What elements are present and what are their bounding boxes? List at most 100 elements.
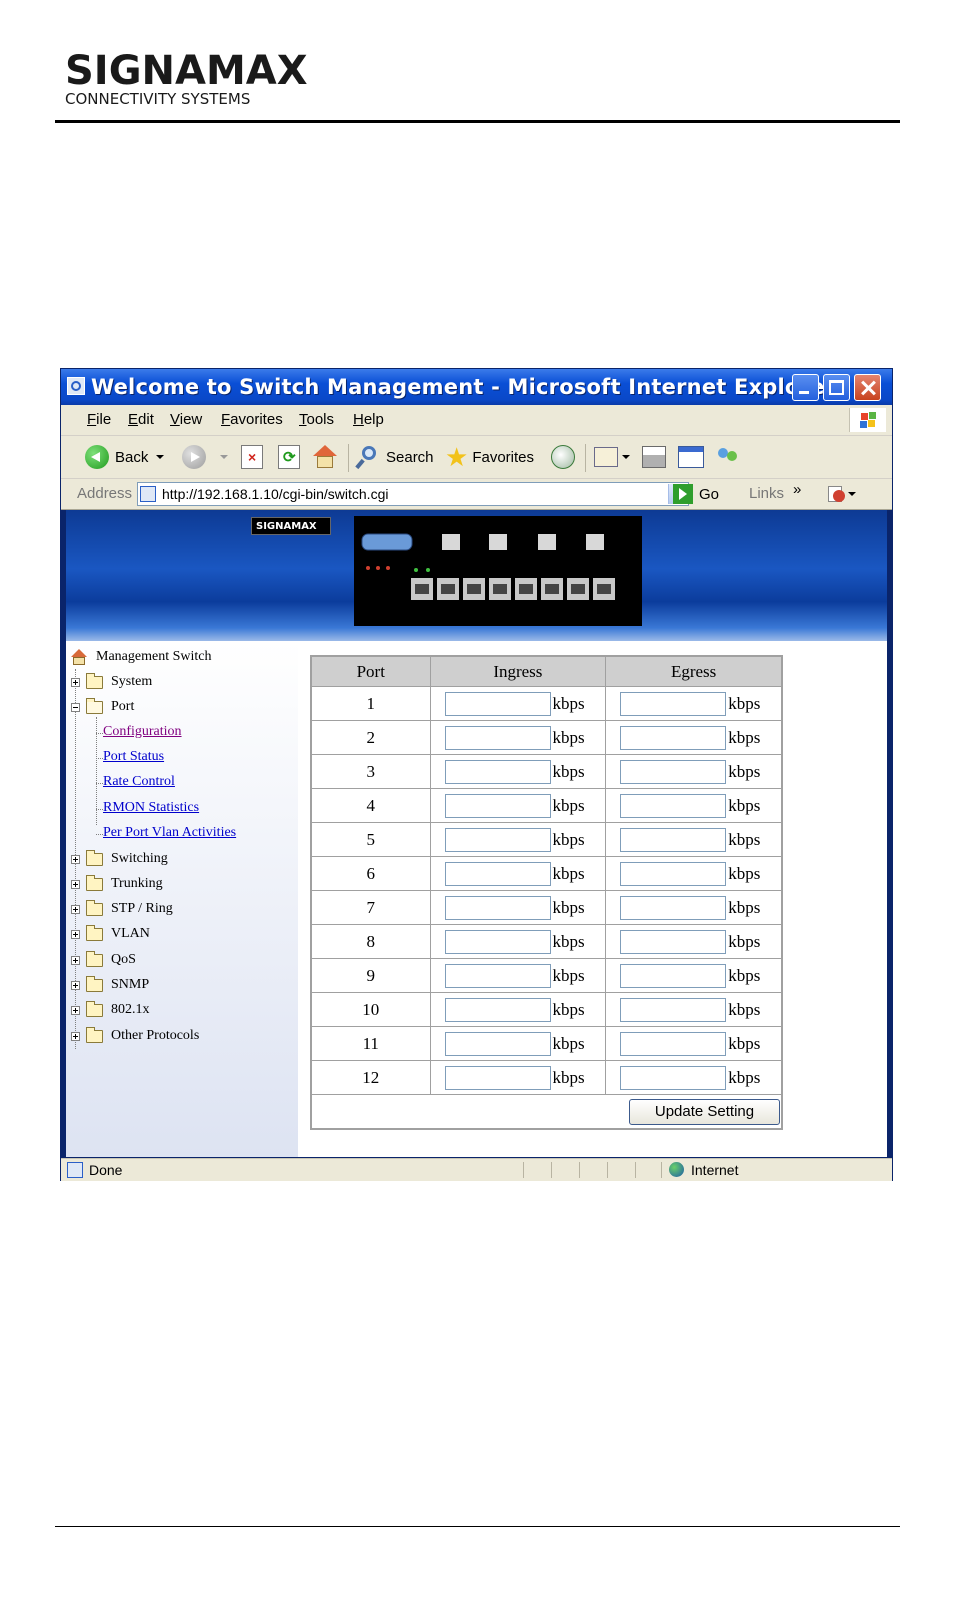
favorites-button[interactable]: ★ Favorites — [445, 443, 534, 471]
expand-icon[interactable] — [71, 1031, 80, 1041]
ingress-rate-input[interactable] — [444, 827, 551, 852]
egress-rate-input[interactable] — [620, 793, 727, 818]
nav-link-configuration[interactable]: Configuration — [103, 724, 182, 740]
ingress-rate-input[interactable] — [444, 793, 551, 818]
egress-rate-input[interactable] — [620, 963, 727, 988]
egress-rate-input[interactable] — [620, 1065, 727, 1090]
tree-folder-system[interactable]: System — [71, 672, 152, 690]
translate-icon[interactable] — [828, 484, 856, 504]
tree-folder-trunking[interactable]: Trunking — [71, 874, 163, 892]
links-label[interactable]: Links — [749, 485, 784, 502]
tree-folder-stp-ring[interactable]: STP / Ring — [71, 899, 173, 917]
tree-folder-snmp[interactable]: SNMP — [71, 975, 149, 993]
expand-icon[interactable] — [71, 904, 80, 914]
folder-icon — [86, 899, 103, 916]
back-button[interactable]: Back — [85, 443, 165, 471]
menu-favorites[interactable]: Favorites — [221, 411, 283, 428]
egress-rate-input[interactable] — [620, 691, 727, 716]
nav-link-rmon-statistics[interactable]: RMON Statistics — [103, 800, 199, 816]
egress-cell: kbps — [605, 856, 783, 891]
expand-icon[interactable] — [71, 677, 80, 687]
ingress-cell: kbps — [429, 992, 607, 1027]
forward-button[interactable] — [182, 443, 228, 471]
home-button[interactable] — [313, 443, 337, 471]
ingress-rate-input[interactable] — [444, 1065, 551, 1090]
update-row: Update Setting — [310, 1094, 783, 1130]
egress-rate-input[interactable] — [620, 997, 727, 1022]
expand-icon[interactable] — [71, 879, 80, 889]
search-button[interactable]: Search — [355, 443, 434, 471]
tree-folder-vlan[interactable]: VLAN — [71, 924, 150, 942]
ingress-rate-input[interactable] — [444, 691, 551, 716]
menu-edit[interactable]: Edit — [128, 411, 154, 428]
expand-icon[interactable] — [71, 955, 80, 965]
unit-label: kbps — [552, 999, 585, 1019]
close-button[interactable] — [854, 374, 881, 401]
expand-icon[interactable] — [71, 854, 80, 864]
history-button[interactable] — [551, 443, 581, 471]
ingress-rate-input[interactable] — [444, 929, 551, 954]
egress-rate-input[interactable] — [620, 929, 727, 954]
address-url[interactable]: http://192.168.1.10/cgi-bin/switch.cgi — [162, 486, 388, 502]
print-button[interactable] — [642, 443, 666, 471]
egress-rate-input[interactable] — [620, 861, 727, 886]
unit-label: kbps — [552, 863, 585, 883]
tree-folder-8021x[interactable]: 802.1x — [71, 1000, 150, 1018]
unit-label: kbps — [552, 761, 585, 781]
messenger-button[interactable] — [716, 443, 740, 471]
mail-dropdown-icon[interactable] — [622, 455, 630, 459]
egress-cell: kbps — [605, 958, 783, 993]
egress-rate-input[interactable] — [620, 827, 727, 852]
menu-help[interactable]: Help — [353, 411, 384, 428]
ingress-rate-input[interactable] — [444, 963, 551, 988]
ingress-rate-input[interactable] — [444, 759, 551, 784]
ingress-rate-input[interactable] — [444, 997, 551, 1022]
expand-icon[interactable] — [71, 1005, 80, 1015]
collapse-icon[interactable] — [71, 702, 80, 712]
egress-rate-input[interactable] — [620, 895, 727, 920]
tree-folder-switching[interactable]: Switching — [71, 849, 168, 867]
back-dropdown-icon[interactable] — [156, 455, 165, 459]
nav-link-rate-control[interactable]: Rate Control — [103, 774, 175, 790]
links-chevron-icon[interactable]: » — [793, 481, 801, 498]
menu-file[interactable]: File — [87, 411, 111, 428]
stop-button[interactable]: × — [241, 443, 263, 471]
ingress-rate-input[interactable] — [444, 861, 551, 886]
unit-label: kbps — [728, 761, 761, 781]
forward-arrow-icon — [182, 445, 206, 469]
egress-rate-input[interactable] — [620, 725, 727, 750]
refresh-icon: ⟳ — [278, 445, 300, 469]
update-setting-button[interactable]: Update Setting — [629, 1098, 780, 1125]
nav-link-port-status[interactable]: Port Status — [103, 749, 164, 765]
ingress-cell: kbps — [429, 1026, 607, 1061]
maximize-button[interactable] — [823, 374, 850, 401]
ingress-rate-input[interactable] — [444, 895, 551, 920]
tree-root-management-switch[interactable]: Management Switch — [70, 649, 211, 665]
table-row: 5 kbps kbps — [310, 822, 783, 857]
mail-button[interactable] — [594, 443, 630, 471]
open-folder-icon — [86, 697, 103, 714]
search-icon — [355, 445, 380, 470]
edit-button[interactable] — [678, 443, 704, 471]
menu-tools[interactable]: Tools — [299, 411, 334, 428]
address-field[interactable]: http://192.168.1.10/cgi-bin/switch.cgi — [137, 482, 689, 506]
refresh-button[interactable]: ⟳ — [278, 443, 300, 471]
tree-folder-label: Other Protocols — [111, 1028, 200, 1043]
egress-rate-input[interactable] — [620, 759, 727, 784]
nav-link-per-port-vlan-activities[interactable]: Per Port Vlan Activities — [103, 825, 236, 841]
egress-rate-input[interactable] — [620, 1031, 727, 1056]
tree-folder-qos[interactable]: QoS — [71, 950, 136, 968]
expand-icon[interactable] — [71, 929, 80, 939]
tree-folder-port[interactable]: Port — [71, 697, 134, 715]
menu-view[interactable]: View — [170, 411, 202, 428]
ingress-rate-input[interactable] — [444, 1031, 551, 1056]
forward-dropdown-icon[interactable] — [220, 455, 228, 459]
tree-folder-other-protocols[interactable]: Other Protocols — [71, 1026, 200, 1044]
go-button[interactable]: Go — [673, 484, 719, 504]
minimize-button[interactable] — [792, 374, 819, 401]
port-number: 2 — [310, 720, 431, 755]
ingress-cell: kbps — [429, 958, 607, 993]
expand-icon[interactable] — [71, 980, 80, 990]
ingress-cell: kbps — [429, 856, 607, 891]
ingress-rate-input[interactable] — [444, 725, 551, 750]
